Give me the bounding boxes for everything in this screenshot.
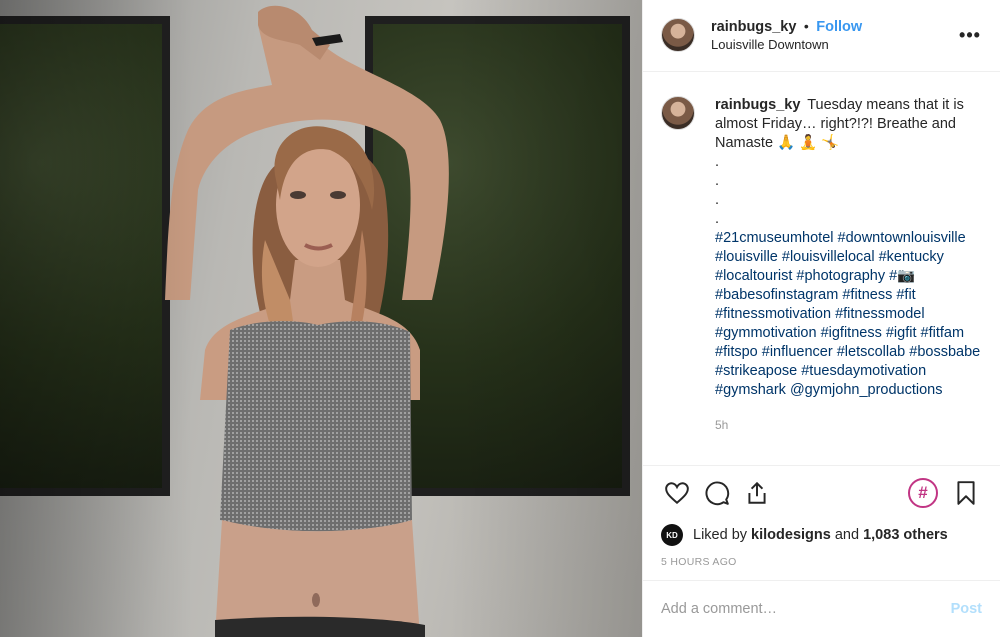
- follow-button[interactable]: Follow: [816, 19, 862, 35]
- caption-dot: .: [715, 153, 720, 170]
- likes-count[interactable]: 1,083 others: [863, 527, 948, 543]
- post-photo[interactable]: [0, 0, 642, 637]
- author-info: rainbugs_ky • Follow Louisville Downtown: [711, 17, 958, 54]
- likes-summary: KD Liked by kilodesigns and 1,083 others: [643, 520, 1000, 550]
- caption-time: 5h: [715, 417, 729, 432]
- author-avatar[interactable]: [661, 18, 695, 53]
- caption-avatar[interactable]: [661, 95, 695, 130]
- likes-prefix: Liked by: [693, 527, 748, 544]
- comment-box: Post: [643, 580, 1000, 637]
- instagram-post: rainbugs_ky • Follow Louisville Downtown…: [0, 0, 1000, 637]
- caption-username[interactable]: rainbugs_ky: [715, 97, 800, 113]
- caption-dot: .: [715, 210, 720, 227]
- caption-hashtags: #21cmuseumhotel #downtownlouisville #lou…: [715, 229, 982, 400]
- comment-input[interactable]: [661, 601, 951, 618]
- share-button[interactable]: [737, 473, 777, 513]
- post-timestamp[interactable]: 5 HOURS AGO: [643, 550, 1000, 580]
- caption-dot: .: [715, 172, 720, 189]
- post-header: rainbugs_ky • Follow Louisville Downtown…: [643, 0, 1000, 72]
- location-link[interactable]: Louisville Downtown: [711, 36, 958, 54]
- caption: rainbugs_ky Tuesday means that it is alm…: [715, 96, 982, 465]
- caption-dot: .: [715, 191, 720, 208]
- liker-avatar[interactable]: KD: [661, 524, 683, 547]
- hashtag-icon[interactable]: #: [908, 477, 938, 508]
- author-username[interactable]: rainbugs_ky: [711, 19, 796, 35]
- bookmark-icon: [957, 481, 975, 505]
- caption-dots: . . . .: [715, 153, 982, 229]
- comment-button[interactable]: [697, 473, 737, 513]
- comment-icon: [705, 481, 730, 506]
- more-options-icon[interactable]: •••: [958, 25, 982, 46]
- caption-area: rainbugs_ky Tuesday means that it is alm…: [643, 72, 1000, 465]
- heart-icon: [665, 482, 689, 504]
- hashtag-links[interactable]: #21cmuseumhotel #downtownlouisville #lou…: [715, 230, 980, 398]
- photo-vignette: [0, 0, 642, 637]
- action-bar: #: [643, 464, 1000, 521]
- post-comment-button[interactable]: Post: [951, 601, 982, 617]
- share-icon: [748, 481, 766, 504]
- post-sidebar: rainbugs_ky • Follow Louisville Downtown…: [642, 0, 1000, 637]
- likes-and: and: [834, 527, 860, 544]
- save-button[interactable]: [946, 473, 986, 513]
- liker-username[interactable]: kilodesigns: [751, 527, 831, 543]
- like-button[interactable]: [657, 473, 697, 513]
- separator-dot: •: [803, 17, 809, 34]
